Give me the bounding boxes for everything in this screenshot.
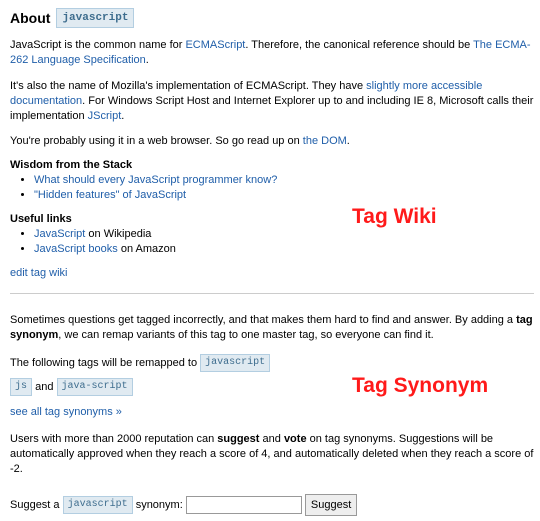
wiki-text: .	[145, 54, 149, 66]
tag-wiki-annotation: Tag Wiki	[352, 205, 437, 228]
wiki-text: .	[121, 110, 125, 122]
wiki-paragraph-2: It's also the name of Mozilla's implemen…	[10, 79, 534, 124]
master-tag-javascript[interactable]: javascript	[200, 354, 271, 373]
wikipedia-link[interactable]: JavaScript	[34, 228, 85, 240]
wiki-paragraph-1: JavaScript is the common name for ECMASc…	[10, 38, 534, 68]
remap-row: The following tags will be remapped to j…	[10, 353, 534, 373]
heading-tag-javascript[interactable]: javascript	[56, 8, 135, 28]
and-text: and	[35, 381, 54, 393]
suggest-label: Suggest a	[10, 499, 60, 511]
list-item-text: on Amazon	[117, 243, 176, 255]
useful-links-list: JavaScript on Wikipedia JavaScript books…	[10, 227, 534, 257]
reputation-text: Users with more than 2000 reputation can	[10, 433, 218, 445]
suggest-row: Suggest a javascript synonym: Suggest	[10, 494, 534, 517]
list-item: "Hidden features" of JavaScript	[34, 188, 534, 203]
synonym-intro: Sometimes questions get tagged incorrect…	[10, 313, 534, 343]
synonym-tag-java-script[interactable]: java-script	[56, 378, 133, 397]
wiki-text: .	[346, 135, 350, 147]
synonym-tag-js[interactable]: js	[10, 378, 33, 397]
reputation-bold-text: suggest	[217, 433, 260, 445]
dom-link[interactable]: the DOM	[303, 135, 347, 147]
about-heading-text: About	[10, 10, 51, 26]
reputation-bold-text: vote	[283, 433, 307, 445]
jscript-link[interactable]: JScript	[88, 110, 122, 122]
reputation-note: Users with more than 2000 reputation can…	[10, 432, 534, 477]
useful-links-heading: Useful links	[10, 213, 72, 225]
about-heading: About javascript	[10, 6, 534, 30]
wiki-text: JavaScript is the common name for	[10, 39, 186, 51]
wisdom-link[interactable]: What should every JavaScript programmer …	[34, 174, 277, 186]
wisdom-link[interactable]: "Hidden features" of JavaScript	[34, 189, 186, 201]
wiki-text: It's also the name of Mozilla's implemen…	[10, 80, 367, 92]
list-item-text: on Wikipedia	[85, 228, 152, 240]
tag-info-panel: About javascript JavaScript is the commo…	[10, 6, 534, 517]
section-divider	[10, 293, 534, 294]
edit-tag-wiki-link[interactable]: edit tag wiki	[10, 267, 67, 279]
wiki-paragraph-3: You're probably using it in a web browse…	[10, 134, 534, 149]
synonym-label: synonym:	[135, 499, 183, 511]
tag-synonym-annotation: Tag Synonym	[352, 374, 489, 397]
synonym-text: Sometimes questions get tagged incorrect…	[10, 314, 517, 326]
wiki-text: . Therefore, the canonical reference sho…	[245, 39, 474, 51]
synonym-input[interactable]	[185, 496, 302, 515]
wisdom-list: What should every JavaScript programmer …	[10, 173, 534, 203]
synonym-text: , we can remap variants of this tag to o…	[58, 329, 434, 341]
amazon-books-link[interactable]: JavaScript books	[34, 243, 118, 255]
ecmascript-link[interactable]: ECMAScript	[185, 39, 245, 51]
wiki-text: You're probably using it in a web browse…	[10, 135, 303, 147]
list-item: JavaScript on Wikipedia	[34, 227, 534, 242]
list-item: What should every JavaScript programmer …	[34, 173, 534, 188]
reputation-text: and	[259, 433, 284, 445]
wisdom-heading: Wisdom from the Stack	[10, 159, 133, 171]
remap-text: The following tags will be remapped to	[10, 357, 198, 369]
list-item: JavaScript books on Amazon	[34, 242, 534, 257]
suggest-tag-javascript[interactable]: javascript	[62, 496, 133, 515]
suggest-button[interactable]: Suggest	[304, 494, 358, 517]
see-all-synonyms-link[interactable]: see all tag synonyms »	[10, 406, 122, 418]
